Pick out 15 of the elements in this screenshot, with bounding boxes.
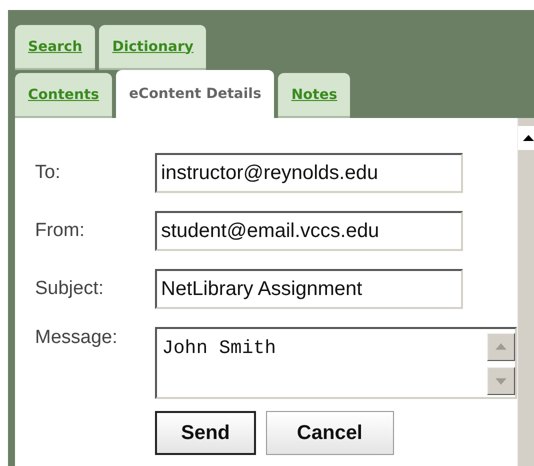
field-label: To:: [35, 162, 62, 184]
tab[interactable]: eContent Details: [116, 70, 274, 118]
field-label: Message:: [35, 327, 118, 349]
input-field[interactable]: NetLibrary Assignment: [155, 269, 463, 309]
scrollbar[interactable]: [517, 118, 534, 466]
scroll-up-icon[interactable]: [518, 126, 534, 150]
message-field[interactable]: John Smith: [155, 327, 517, 399]
input-field[interactable]: student@email.vccs.edu: [155, 211, 463, 251]
field-label: From:: [35, 220, 86, 242]
form-button[interactable]: Send: [155, 411, 256, 455]
field-label: Subject:: [35, 278, 105, 300]
form-button[interactable]: Cancel: [266, 411, 394, 455]
scroll-up-icon[interactable]: [487, 333, 515, 361]
input-field[interactable]: instructor@reynolds.edu: [155, 153, 463, 193]
scroll-down-icon[interactable]: [487, 367, 515, 395]
